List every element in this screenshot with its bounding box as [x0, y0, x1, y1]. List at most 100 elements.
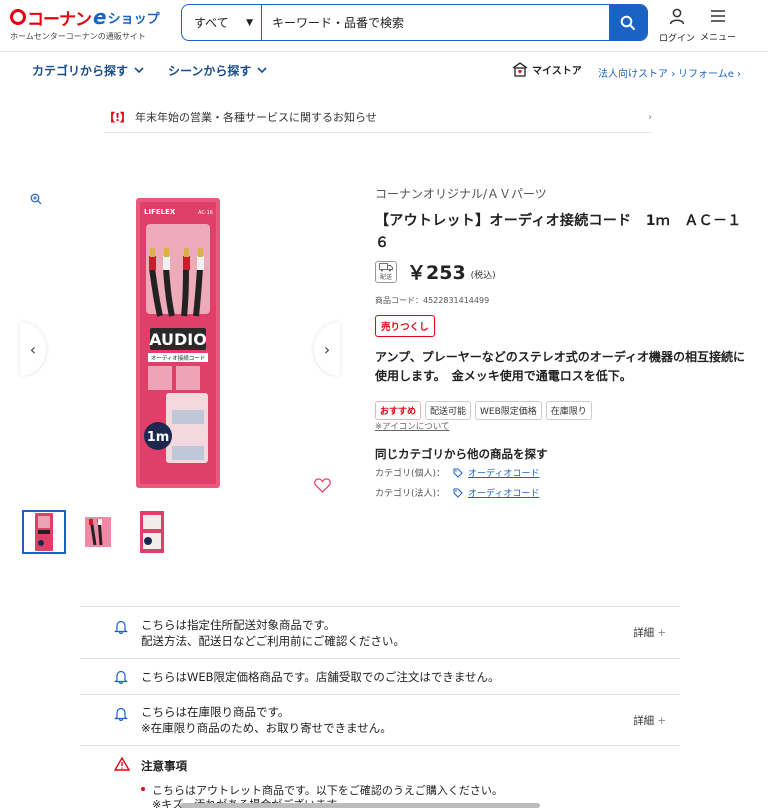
nav-category-dropdown[interactable]: カテゴリから探す [32, 62, 144, 79]
badge-limited-stock: 在庫限り [545, 401, 592, 420]
corporate-store-label: 法人向けストア [598, 69, 668, 80]
search-icon [620, 15, 635, 30]
product-brand: コーナンオリジナル/ＡＶパーツ [375, 187, 547, 201]
chevron-down-icon [257, 67, 267, 74]
chevron-right-icon: › [737, 69, 742, 80]
category-personal-link[interactable]: オーディオコード [468, 466, 539, 479]
main-nav: カテゴリから探す シーンから探す マイストア 法人向けストア › リフォームe … [0, 52, 768, 90]
info-row-delivery[interactable]: こちらは指定住所配送対象商品です。 配送方法、配送日などご利用前にご確認ください… [80, 606, 680, 658]
hamburger-icon [711, 10, 725, 22]
thumbnail-2[interactable] [76, 510, 120, 554]
gallery-prev-button[interactable]: ‹ [20, 322, 46, 376]
chevron-down-icon [134, 67, 144, 74]
same-category-heading: 同じカテゴリから他の商品を探す [375, 447, 548, 461]
tax-label: (税込) [470, 271, 496, 281]
detail-label: 詳細 [633, 627, 655, 639]
search-button[interactable] [609, 5, 647, 40]
notice-text: 年末年始の営業・各種サービスに関するお知らせ [135, 110, 377, 124]
thumbnail-3[interactable] [130, 510, 174, 554]
nav-scene-label: シーンから探す [168, 64, 252, 78]
reform-label: リフォームe [678, 69, 734, 80]
info-row-line1: こちらはWEB限定価格商品です。店舗受取でのご注文はできません。 [141, 670, 500, 684]
product-code: 商品コード：4522831414499 [375, 296, 490, 305]
category-personal-label: カテゴリ(個人)： [375, 469, 446, 479]
user-icon [669, 8, 685, 25]
nav-scene-dropdown[interactable]: シーンから探す [168, 62, 267, 79]
tag-icon [453, 488, 463, 498]
badge-recommended: おすすめ [375, 401, 422, 420]
price-row: 配送 ￥253 (税込) [375, 258, 496, 285]
plus-icon: + [657, 715, 666, 727]
search-category-select[interactable]: すべて ▼ [182, 5, 262, 40]
product-description: アンプ、プレーヤーなどのステレオ式のオーディオ機器の相互接続に使用します。 金メ… [375, 350, 745, 383]
bell-icon [114, 620, 128, 634]
chevron-right-icon: › [671, 69, 676, 80]
zoom-in-icon [30, 193, 42, 205]
info-row-line2: 配送方法、配送日などご利用前にご確認ください。 [141, 634, 405, 648]
info-row-line2: ※在庫限り商品のため、お取り寄せできません。 [141, 721, 392, 735]
menu-button[interactable]: メニュー [700, 8, 736, 43]
detail-toggle[interactable]: 詳細 + [633, 713, 666, 728]
product-price: ￥253 [407, 262, 466, 284]
caution-title: 注意事項 [141, 759, 187, 773]
detail-toggle[interactable]: 詳細 + [633, 625, 666, 640]
product-title: 【アウトレット】オーディオ接続コード 1ｍ ＡＣ－１６ [375, 213, 742, 251]
package-brand: LIFELEX [144, 208, 176, 216]
bell-icon [114, 707, 128, 721]
corporate-store-link[interactable]: 法人向けストア › [598, 65, 675, 80]
clearance-badge: 売りつくし [375, 315, 435, 337]
gallery-next-button[interactable]: › [314, 322, 340, 376]
horizontal-scrollbar[interactable] [180, 803, 540, 808]
bullet-icon [141, 787, 145, 791]
announcement-link[interactable]: 【!】 年末年始の営業・各種サービスに関するお知らせ › [104, 101, 652, 133]
logo-e: e [93, 5, 107, 29]
delivery-icon-label: 配送 [379, 273, 392, 281]
category-corporate-label: カテゴリ(法人)： [375, 489, 446, 499]
search-category-value: すべて [194, 16, 229, 30]
logo-subtitle: ホームセンターコーナンの通販サイト [10, 32, 146, 41]
info-row-limited-stock[interactable]: こちらは在庫限り商品です。 ※在庫限り商品のため、お取り寄せできません。 詳細 + [80, 694, 680, 745]
info-row-line1: こちらは在庫限り商品です。 [141, 705, 290, 719]
chevron-left-icon: ‹ [29, 339, 37, 359]
mystore-link[interactable]: マイストア [512, 62, 582, 77]
warning-icon [114, 757, 130, 771]
category-corporate-link[interactable]: オーディオコード [468, 486, 539, 499]
thumbnail-1[interactable] [22, 510, 66, 554]
site-header: コーナン e ショップ ホームセンターコーナンの通販サイト すべて ▼ ログイン… [0, 0, 768, 52]
logo-shop: ショップ [107, 11, 160, 27]
chevron-right-icon: › [323, 339, 331, 359]
heart-icon [314, 478, 331, 493]
badge-delivery: 配送可能 [425, 401, 472, 420]
package-title: AUDIO [149, 330, 207, 349]
badge-web-price: WEB限定価格 [475, 401, 542, 420]
menu-label: メニュー [700, 33, 737, 43]
reform-link[interactable]: リフォームe › [678, 65, 741, 80]
feature-badges: おすすめ 配送可能 WEB限定価格 在庫限り [375, 401, 596, 420]
search-input[interactable] [262, 5, 609, 40]
info-row-web-price: こちらはWEB限定価格商品です。店舗受取でのご注文はできません。 [80, 658, 680, 694]
favorite-button[interactable] [314, 478, 331, 496]
detail-label: 詳細 [633, 715, 655, 727]
search-bar: すべて ▼ [181, 4, 648, 41]
notice-mark: 【!】 [104, 110, 132, 124]
login-label: ログイン [659, 34, 696, 44]
info-row-line1: こちらは指定住所配送対象商品です。 [141, 618, 336, 632]
package-subtitle: オーディオ接続コード [151, 354, 206, 362]
bell-icon [114, 670, 128, 684]
package-length: 1m [147, 430, 170, 445]
nav-category-label: カテゴリから探す [32, 64, 129, 78]
product-image: LIFELEX AC-16 AUDIO オーディオ接続コード 1m [136, 198, 220, 488]
thumbnail-image [140, 511, 164, 553]
caution-section: 注意事項 こちらはアウトレット商品です。以下をご確認のうえご購入ください。 ※キ… [80, 745, 680, 808]
zoom-button[interactable] [30, 193, 42, 208]
category-personal-row: カテゴリ(個人)： オーディオコード [375, 466, 539, 479]
package-model: AC-16 [198, 210, 213, 216]
login-button[interactable]: ログイン [659, 8, 695, 44]
thumbnail-image [85, 517, 111, 547]
mystore-label: マイストア [532, 66, 582, 77]
icon-about-link[interactable]: ※アイコンについて [375, 420, 449, 432]
thumbnail-image [35, 513, 53, 551]
logo-circle-icon [10, 9, 26, 25]
logo-text: コーナン [27, 9, 92, 30]
site-logo[interactable]: コーナン e ショップ ホームセンターコーナンの通販サイト [10, 5, 170, 46]
